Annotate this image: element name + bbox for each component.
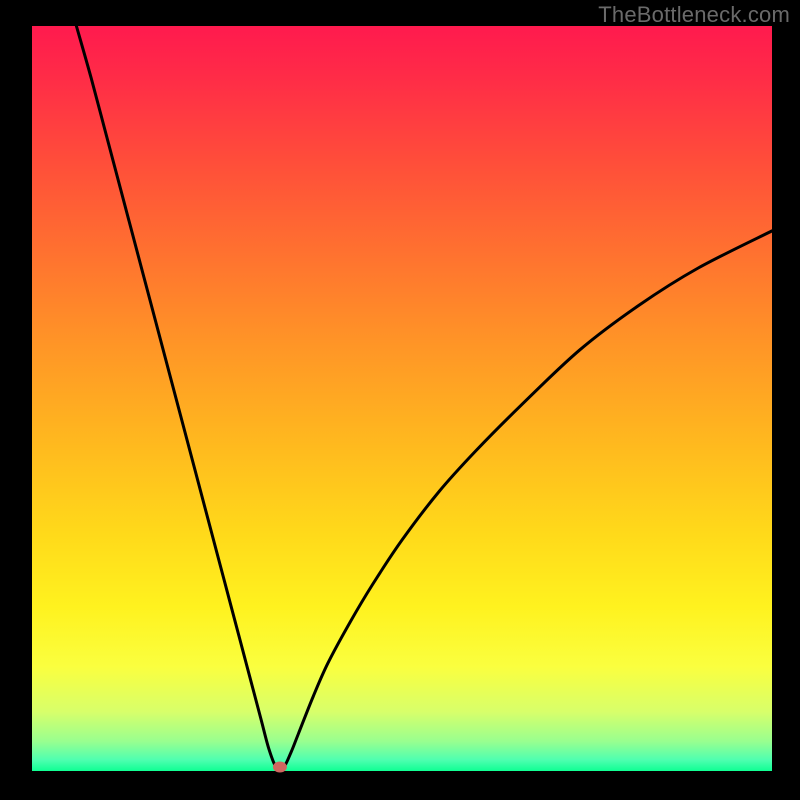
watermark-text: TheBottleneck.com <box>598 2 790 28</box>
optimal-point-marker <box>273 762 287 773</box>
bottleneck-chart <box>0 0 800 800</box>
chart-container: TheBottleneck.com <box>0 0 800 800</box>
gradient-background <box>32 26 772 771</box>
